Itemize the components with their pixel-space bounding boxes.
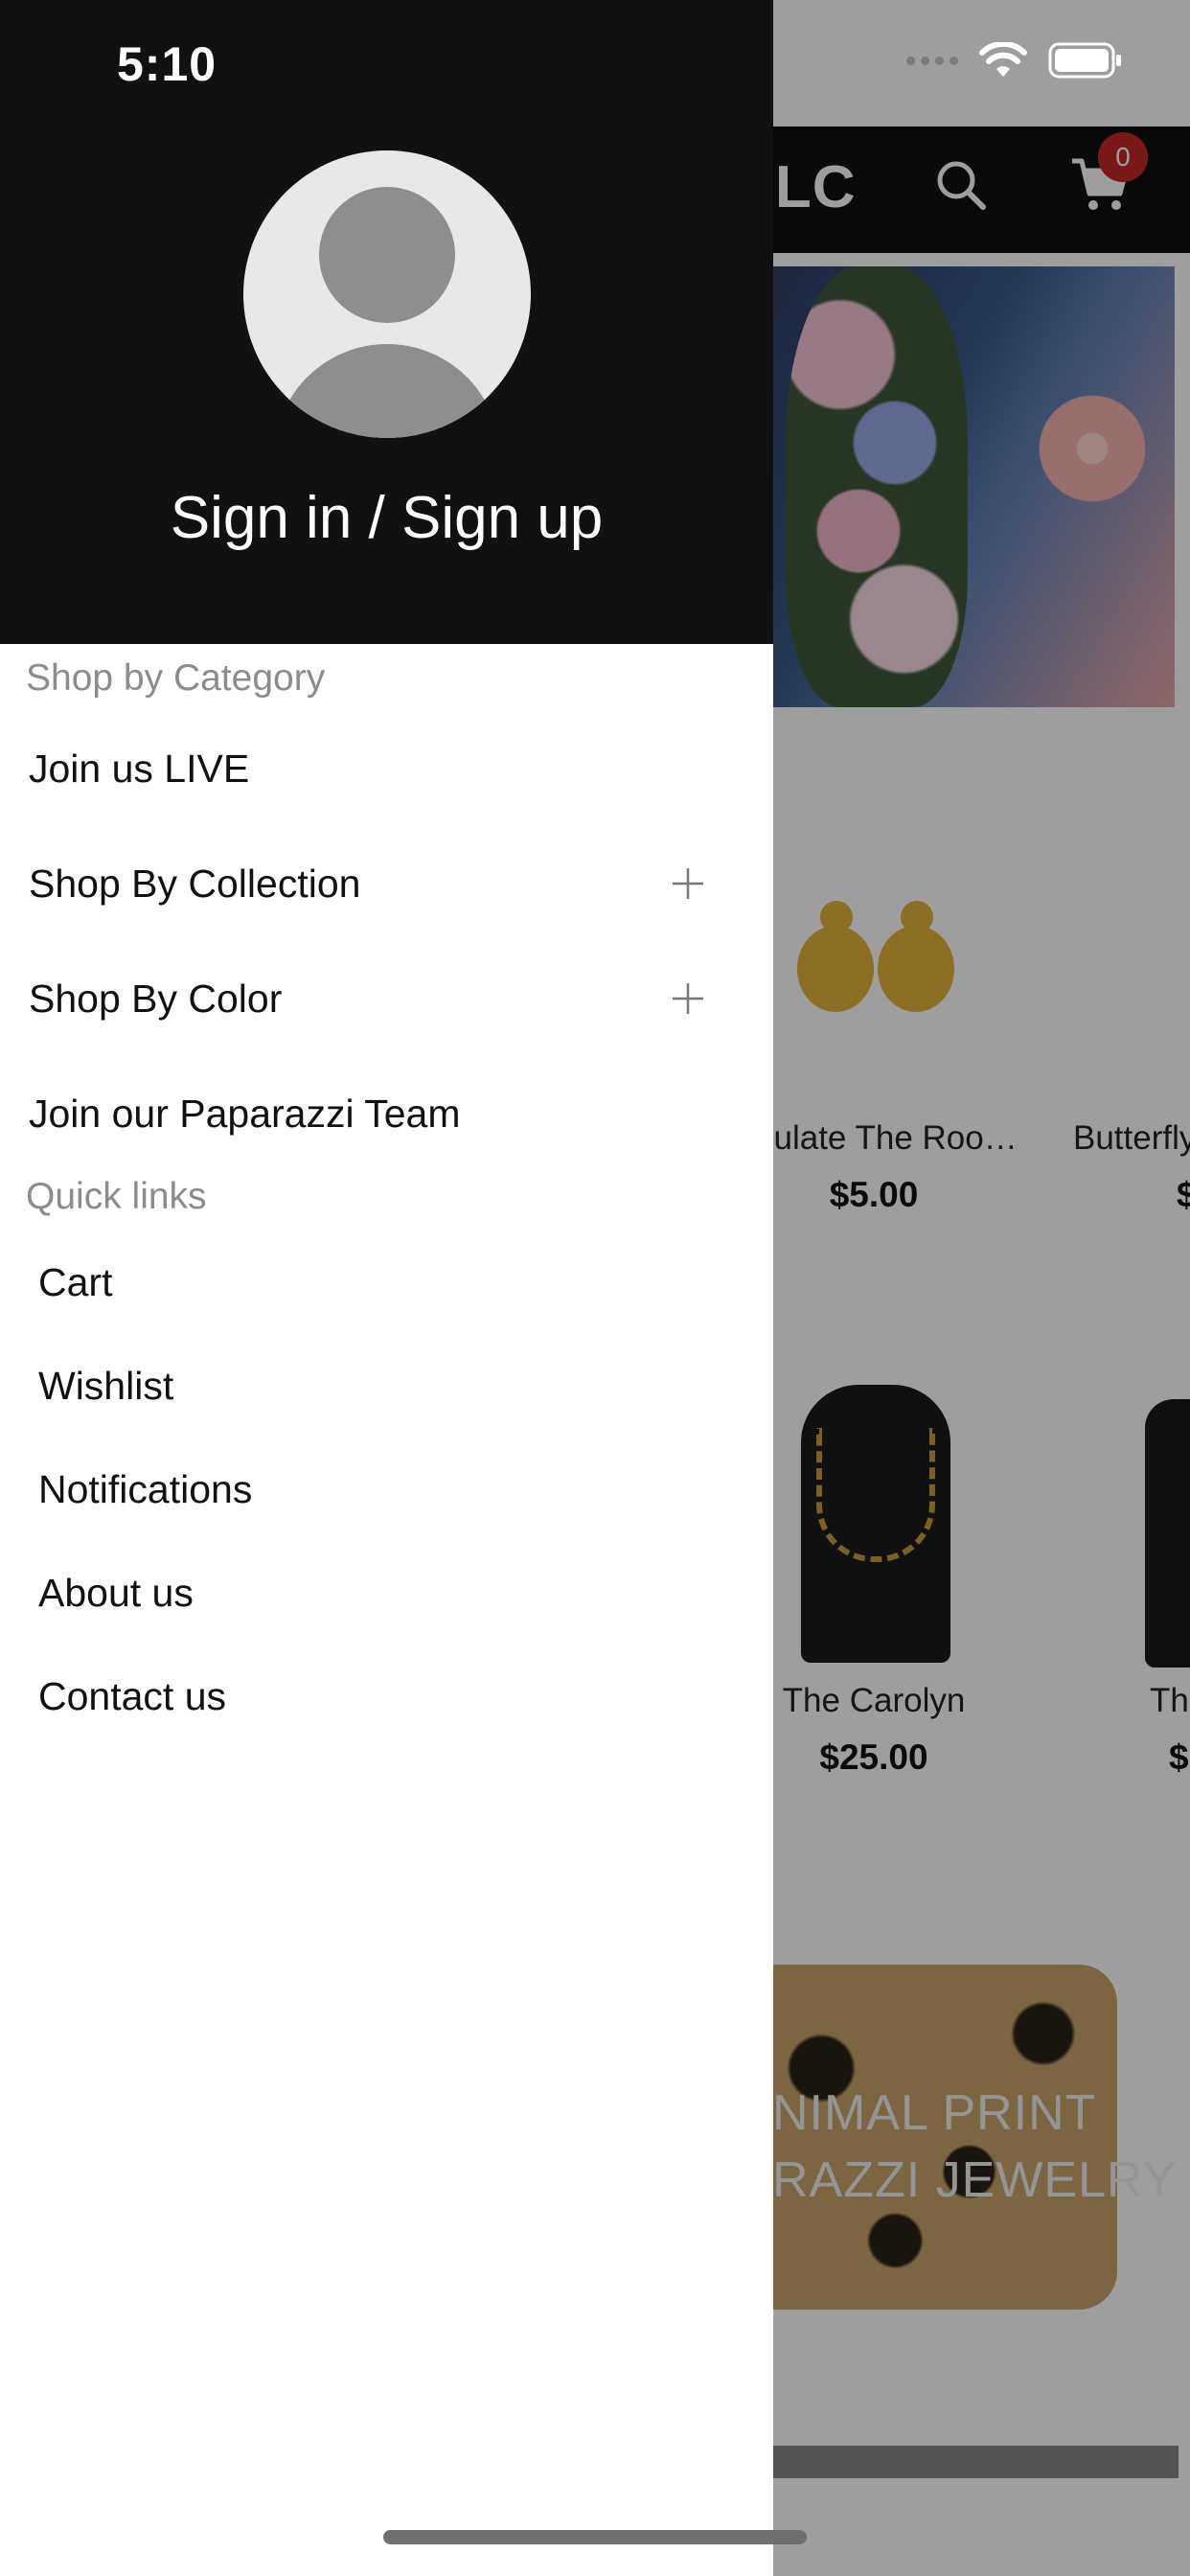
battery-icon [1048,42,1121,79]
menu-item-join-team[interactable]: Join our Paparazzi Team [29,1061,719,1166]
quick-link-wishlist[interactable]: Wishlist [38,1364,173,1409]
menu-item-label: Shop By Color [29,976,283,1021]
avatar-icon[interactable] [243,150,531,438]
wifi-icon [979,42,1027,77]
status-bar: 5:10 [0,0,1190,126]
quick-link-notifications[interactable]: Notifications [38,1467,252,1512]
quick-link-cart[interactable]: Cart [38,1260,112,1305]
menu-item-join-live[interactable]: Join us LIVE [29,716,719,821]
menu-item-label: Join us LIVE [29,746,250,791]
home-indicator[interactable] [383,2530,807,2544]
navigation-drawer: Sign in / Sign up Shop by Category Join … [0,0,773,2576]
status-icons [906,42,1123,79]
cellular-signal-icon [906,56,958,65]
menu-item-label: Join our Paparazzi Team [29,1091,461,1136]
plus-icon[interactable] [671,981,705,1016]
plus-icon[interactable] [671,866,705,901]
menu-item-shop-by-collection[interactable]: Shop By Collection [29,831,719,936]
quick-link-contact-us[interactable]: Contact us [38,1674,226,1719]
quick-link-about-us[interactable]: About us [38,1571,194,1616]
sign-in-button[interactable]: Sign in / Sign up [0,484,773,552]
shop-by-category-label: Shop by Category [26,657,326,699]
menu-item-label: Shop By Collection [29,861,361,906]
menu-item-shop-by-color[interactable]: Shop By Color [29,946,719,1051]
quick-links-label: Quick links [26,1176,207,1217]
status-time: 5:10 [117,37,217,91]
